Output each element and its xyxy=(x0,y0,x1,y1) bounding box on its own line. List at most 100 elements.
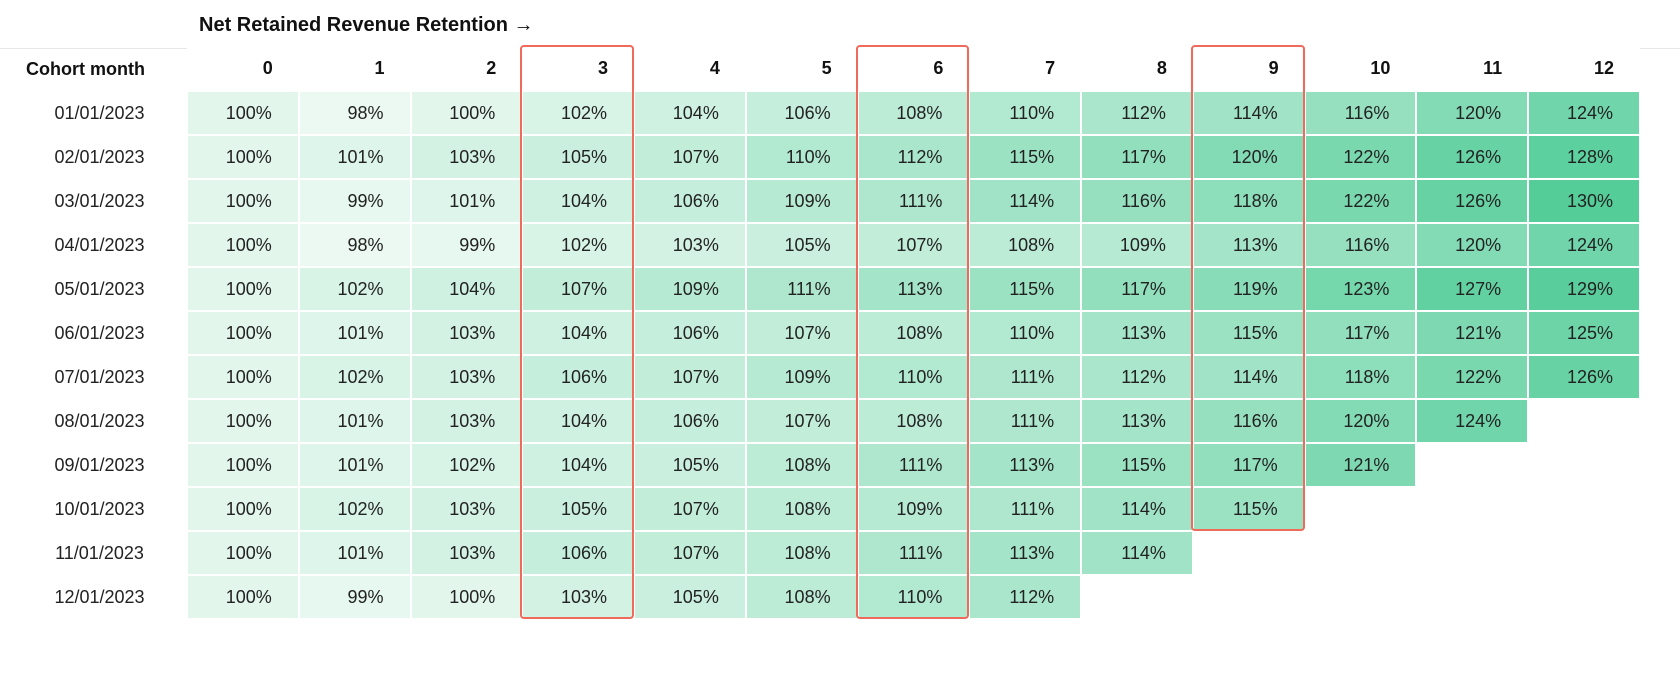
table-row: 01/01/2023100%98%100%102%104%106%108%110… xyxy=(12,91,1640,135)
retention-cell: 111% xyxy=(969,355,1081,399)
retention-cell: 109% xyxy=(858,487,970,531)
retention-cell: 117% xyxy=(1081,135,1193,179)
retention-cell: 122% xyxy=(1305,179,1417,223)
retention-cell: 107% xyxy=(746,311,858,355)
empty-cell xyxy=(1528,443,1640,487)
retention-cell: 120% xyxy=(1416,91,1528,135)
retention-cell: 130% xyxy=(1528,179,1640,223)
retention-cell: 121% xyxy=(1416,311,1528,355)
retention-cell: 113% xyxy=(1193,223,1305,267)
retention-cell: 103% xyxy=(411,355,523,399)
retention-cell: 106% xyxy=(634,179,746,223)
column-header-month-10: 10 xyxy=(1305,47,1417,91)
empty-cell xyxy=(1416,443,1528,487)
retention-cell: 110% xyxy=(858,355,970,399)
retention-cell: 116% xyxy=(1081,179,1193,223)
retention-cell: 129% xyxy=(1528,267,1640,311)
cohort-label: 01/01/2023 xyxy=(12,91,187,135)
retention-cell: 116% xyxy=(1193,399,1305,443)
retention-cell: 111% xyxy=(858,179,970,223)
retention-cell: 104% xyxy=(522,179,634,223)
empty-cell xyxy=(1416,487,1528,531)
table-row: 04/01/2023100%98%99%102%103%105%107%108%… xyxy=(12,223,1640,267)
empty-cell xyxy=(1305,531,1417,575)
retention-cell: 115% xyxy=(1081,443,1193,487)
table-row: 11/01/2023100%101%103%106%107%108%111%11… xyxy=(12,531,1640,575)
retention-cell: 107% xyxy=(634,355,746,399)
retention-cell: 120% xyxy=(1193,135,1305,179)
retention-cell: 126% xyxy=(1528,355,1640,399)
retention-cell: 101% xyxy=(299,135,411,179)
retention-cell: 112% xyxy=(1081,91,1193,135)
table-row: 05/01/2023100%102%104%107%109%111%113%11… xyxy=(12,267,1640,311)
retention-cell: 124% xyxy=(1528,91,1640,135)
retention-cell: 104% xyxy=(634,91,746,135)
retention-cell: 114% xyxy=(1193,355,1305,399)
cohort-label: 05/01/2023 xyxy=(12,267,187,311)
retention-cell: 103% xyxy=(411,487,523,531)
retention-cell: 103% xyxy=(411,311,523,355)
column-header-month-8: 8 xyxy=(1081,47,1193,91)
retention-cell: 100% xyxy=(411,91,523,135)
retention-cell: 107% xyxy=(858,223,970,267)
retention-cell: 102% xyxy=(299,355,411,399)
column-header-month-11: 11 xyxy=(1416,47,1528,91)
retention-cell: 109% xyxy=(634,267,746,311)
retention-cell: 103% xyxy=(522,575,634,619)
cohort-label: 06/01/2023 xyxy=(12,311,187,355)
column-header-month-9: 9 xyxy=(1193,47,1305,91)
retention-cell: 99% xyxy=(299,575,411,619)
table-row: 10/01/2023100%102%103%105%107%108%109%11… xyxy=(12,487,1640,531)
empty-cell xyxy=(1193,531,1305,575)
retention-cell: 99% xyxy=(299,179,411,223)
retention-cell: 115% xyxy=(969,267,1081,311)
retention-cell: 114% xyxy=(1081,487,1193,531)
retention-cell: 108% xyxy=(746,443,858,487)
column-header-month-7: 7 xyxy=(969,47,1081,91)
retention-cell: 106% xyxy=(634,399,746,443)
retention-cell: 117% xyxy=(1305,311,1417,355)
retention-cell: 104% xyxy=(522,399,634,443)
retention-cell: 100% xyxy=(187,575,299,619)
retention-cell: 105% xyxy=(746,223,858,267)
retention-cell: 100% xyxy=(187,91,299,135)
table-row: 12/01/2023100%99%100%103%105%108%110%112… xyxy=(12,575,1640,619)
retention-cell: 126% xyxy=(1416,135,1528,179)
retention-cell: 99% xyxy=(411,223,523,267)
retention-cell: 112% xyxy=(858,135,970,179)
empty-cell xyxy=(1528,399,1640,443)
column-header-month-0: 0 xyxy=(187,47,299,91)
empty-cell xyxy=(1416,575,1528,619)
retention-cell: 106% xyxy=(746,91,858,135)
retention-cell: 103% xyxy=(634,223,746,267)
retention-cell: 112% xyxy=(969,575,1081,619)
retention-cell: 100% xyxy=(187,487,299,531)
retention-cell: 108% xyxy=(969,223,1081,267)
retention-cell: 126% xyxy=(1416,179,1528,223)
retention-cell: 105% xyxy=(522,487,634,531)
retention-cell: 128% xyxy=(1528,135,1640,179)
retention-cell: 103% xyxy=(411,399,523,443)
retention-cell: 100% xyxy=(411,575,523,619)
table-row: 07/01/2023100%102%103%106%107%109%110%11… xyxy=(12,355,1640,399)
retention-cell: 114% xyxy=(969,179,1081,223)
retention-cell: 111% xyxy=(969,487,1081,531)
retention-cell: 115% xyxy=(1193,311,1305,355)
retention-cell: 105% xyxy=(522,135,634,179)
retention-cell: 100% xyxy=(187,267,299,311)
retention-cell: 103% xyxy=(411,135,523,179)
retention-cell: 100% xyxy=(187,355,299,399)
retention-cell: 107% xyxy=(746,399,858,443)
retention-cell: 119% xyxy=(1193,267,1305,311)
retention-cell: 123% xyxy=(1305,267,1417,311)
cohort-label: 12/01/2023 xyxy=(12,575,187,619)
retention-cell: 113% xyxy=(969,443,1081,487)
column-header-month-4: 4 xyxy=(634,47,746,91)
retention-cell: 108% xyxy=(746,531,858,575)
retention-cell: 101% xyxy=(299,311,411,355)
retention-cell: 106% xyxy=(522,531,634,575)
cohort-label: 03/01/2023 xyxy=(12,179,187,223)
retention-cell: 110% xyxy=(858,575,970,619)
retention-cell: 111% xyxy=(858,443,970,487)
retention-cell: 109% xyxy=(746,179,858,223)
